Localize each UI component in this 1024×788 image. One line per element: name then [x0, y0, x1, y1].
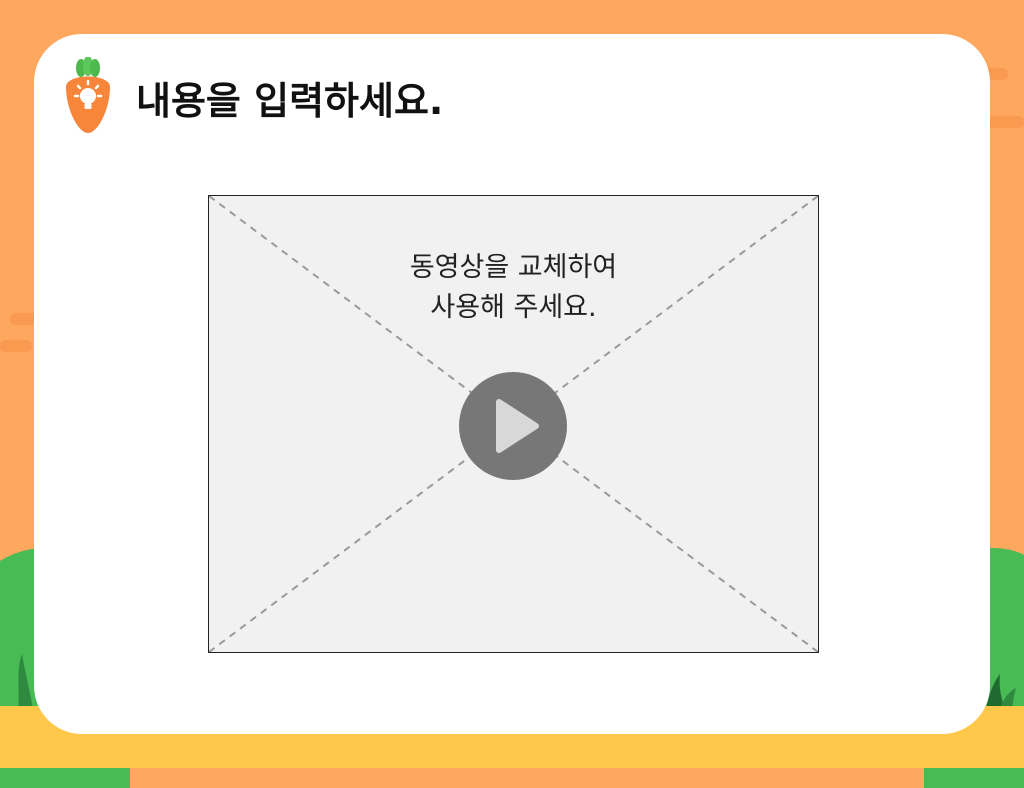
- slide-card: 내용을 입력하세요. 동영상을 교체하여 사용해 주세요.: [34, 34, 990, 734]
- video-placeholder-text: 동영상을 교체하여 사용해 주세요.: [209, 248, 818, 328]
- play-button[interactable]: [459, 372, 567, 480]
- carrot-lightbulb-icon: [66, 57, 110, 133]
- video-placeholder[interactable]: 동영상을 교체하여 사용해 주세요.: [208, 195, 819, 653]
- page-title[interactable]: 내용을 입력하세요.: [136, 70, 443, 125]
- placeholder-text-line: 동영상을 교체하여: [409, 252, 618, 283]
- background-stripe: [0, 340, 32, 352]
- title-row: 내용을 입력하세요.: [58, 56, 443, 138]
- placeholder-text-line: 사용해 주세요.: [430, 292, 597, 323]
- play-icon: [496, 399, 539, 453]
